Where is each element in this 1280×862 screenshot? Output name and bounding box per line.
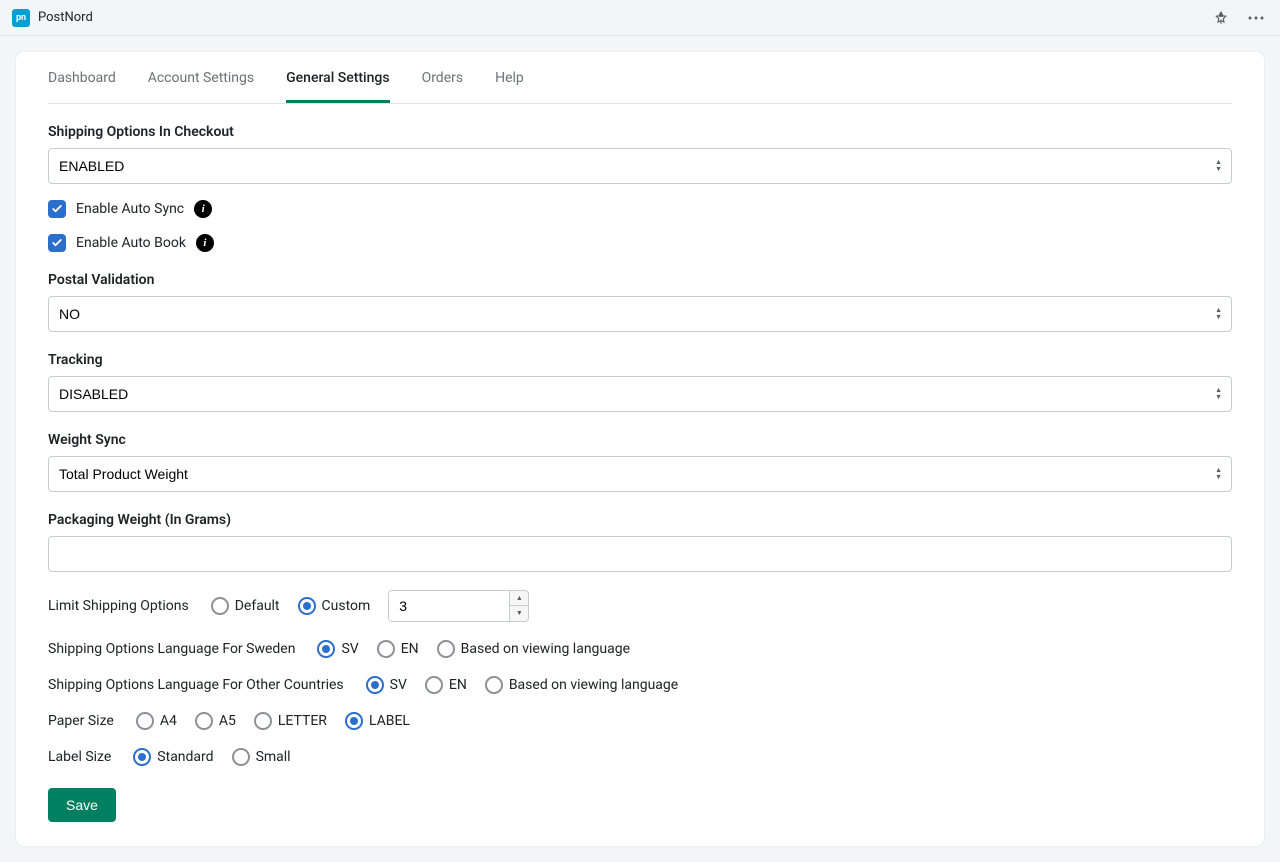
lang-other-en-radio[interactable]: EN: [425, 676, 467, 694]
postal-validation-select[interactable]: [48, 296, 1232, 332]
tab-help[interactable]: Help: [495, 52, 524, 103]
pin-icon[interactable]: [1210, 7, 1232, 29]
lang-other-sv-radio[interactable]: SV: [366, 676, 407, 694]
top-bar: pn PostNord: [0, 0, 1280, 36]
limit-custom-radio[interactable]: Custom: [298, 597, 371, 615]
auto-book-label: Enable Auto Book: [76, 235, 186, 251]
auto-sync-label: Enable Auto Sync: [76, 201, 184, 217]
settings-card: Dashboard Account Settings General Setti…: [16, 52, 1264, 846]
label-standard-radio[interactable]: Standard: [133, 748, 213, 766]
packaging-weight-label: Packaging Weight (In Grams): [48, 512, 1232, 528]
app-title: PostNord: [38, 10, 93, 25]
lang-sweden-sv-radio[interactable]: SV: [317, 640, 358, 658]
lang-sweden-en-radio[interactable]: EN: [377, 640, 419, 658]
lang-other-viewing-radio[interactable]: Based on viewing language: [485, 676, 678, 694]
shipping-options-select[interactable]: [48, 148, 1232, 184]
paper-a5-radio[interactable]: A5: [195, 712, 236, 730]
label-size-label: Label Size: [48, 749, 111, 765]
label-small-radio[interactable]: Small: [232, 748, 291, 766]
auto-book-checkbox[interactable]: [48, 234, 66, 252]
shipping-options-label: Shipping Options In Checkout: [48, 124, 1232, 140]
tabs: Dashboard Account Settings General Setti…: [48, 52, 1232, 104]
stepper-down-icon[interactable]: ▼: [510, 606, 528, 621]
postal-validation-label: Postal Validation: [48, 272, 1232, 288]
tracking-label: Tracking: [48, 352, 1232, 368]
limit-shipping-label: Limit Shipping Options: [48, 598, 189, 614]
tracking-select[interactable]: [48, 376, 1232, 412]
paper-size-label: Paper Size: [48, 713, 114, 729]
limit-value-input[interactable]: [389, 591, 509, 621]
app-icon: pn: [12, 9, 30, 27]
weight-sync-select[interactable]: [48, 456, 1232, 492]
tab-general-settings[interactable]: General Settings: [286, 52, 389, 103]
paper-label-radio[interactable]: LABEL: [345, 712, 410, 730]
paper-a4-radio[interactable]: A4: [136, 712, 177, 730]
more-icon[interactable]: [1244, 12, 1268, 24]
lang-other-label: Shipping Options Language For Other Coun…: [48, 677, 344, 693]
info-icon[interactable]: i: [194, 200, 212, 218]
limit-default-radio[interactable]: Default: [211, 597, 280, 615]
save-button[interactable]: Save: [48, 788, 116, 822]
tab-dashboard[interactable]: Dashboard: [48, 52, 116, 103]
stepper-up-icon[interactable]: ▲: [510, 591, 528, 606]
weight-sync-label: Weight Sync: [48, 432, 1232, 448]
tab-orders[interactable]: Orders: [422, 52, 464, 103]
lang-sweden-viewing-radio[interactable]: Based on viewing language: [437, 640, 630, 658]
tab-account-settings[interactable]: Account Settings: [148, 52, 254, 103]
packaging-weight-input[interactable]: [48, 536, 1232, 572]
paper-letter-radio[interactable]: LETTER: [254, 712, 327, 730]
lang-sweden-label: Shipping Options Language For Sweden: [48, 641, 295, 657]
info-icon[interactable]: i: [196, 234, 214, 252]
auto-sync-checkbox[interactable]: [48, 200, 66, 218]
